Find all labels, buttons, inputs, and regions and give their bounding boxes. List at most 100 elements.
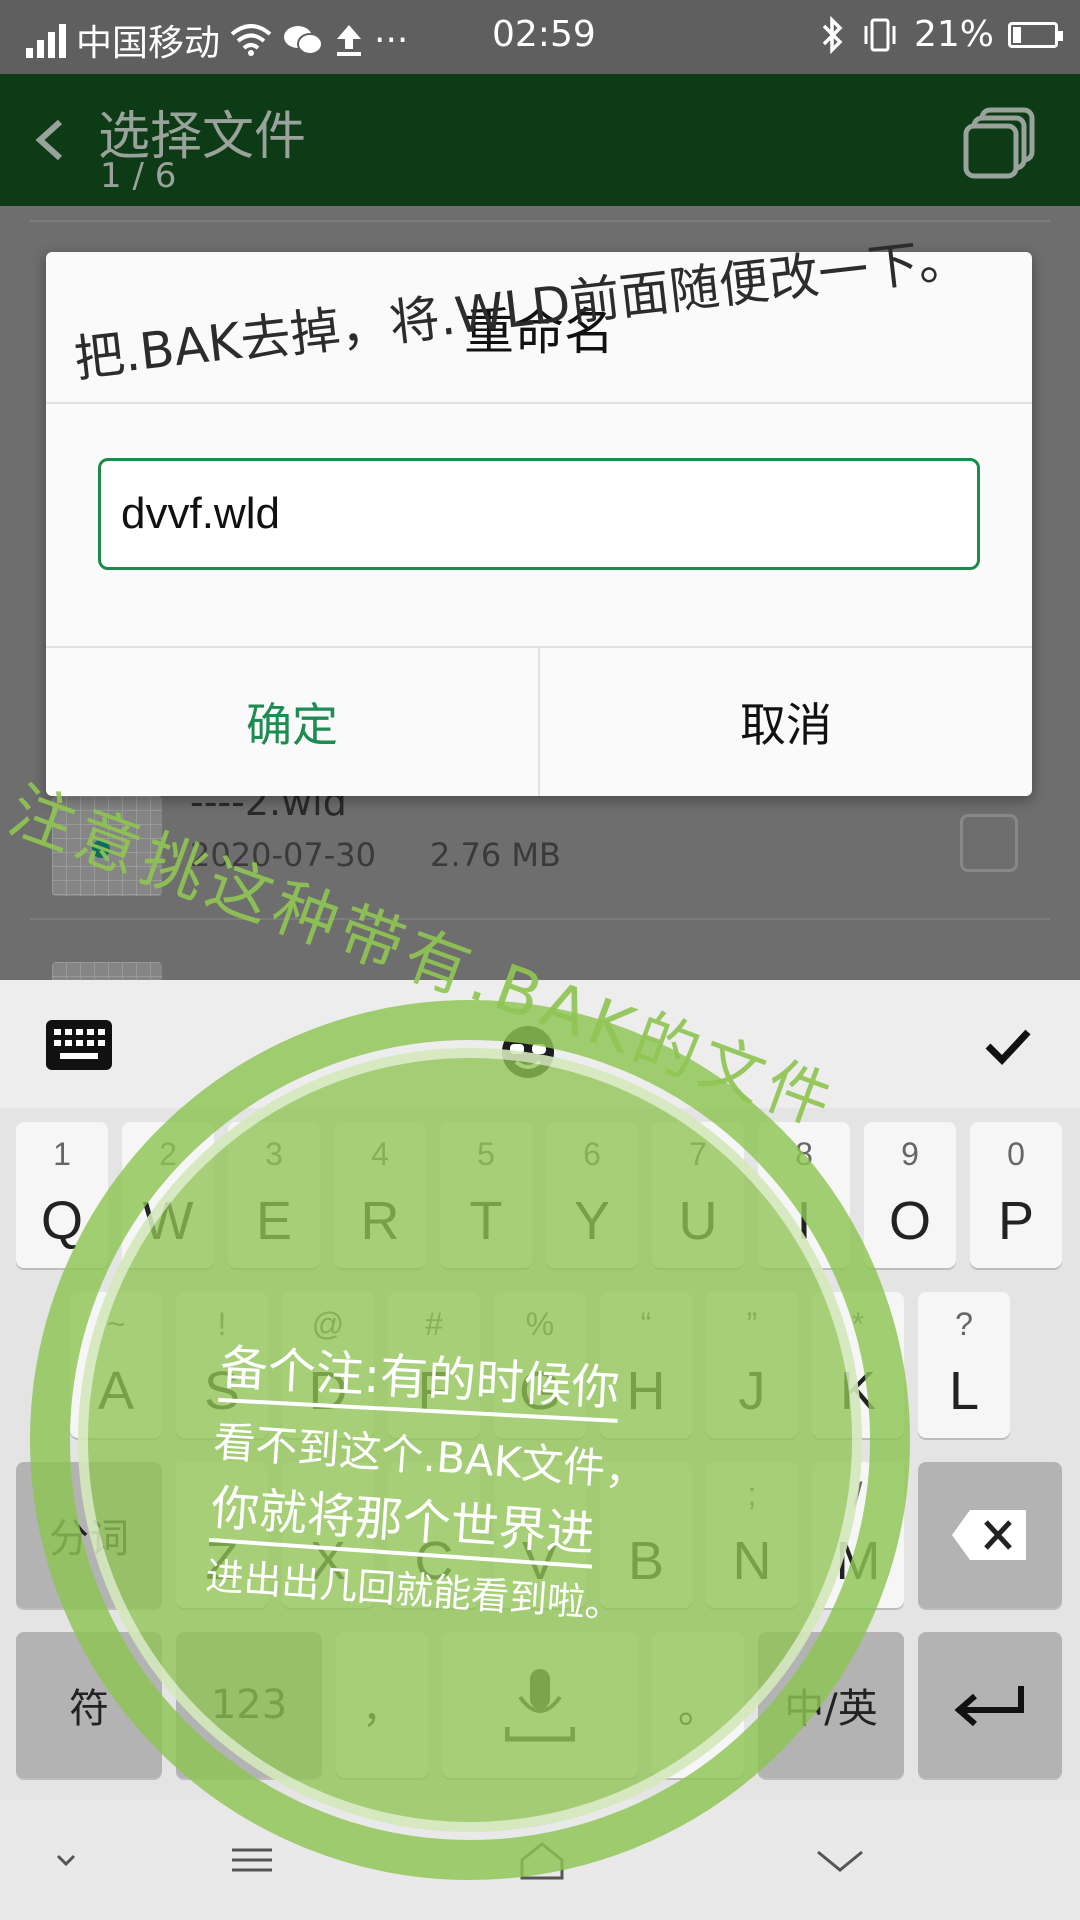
- key-k[interactable]: * K: [812, 1292, 904, 1438]
- key-number: 0: [1007, 1136, 1025, 1172]
- symbol-key[interactable]: 符: [16, 1632, 162, 1778]
- confirm-button[interactable]: 确定: [46, 648, 538, 796]
- segment-key[interactable]: 分词: [16, 1462, 162, 1608]
- key-label: I: [796, 1191, 812, 1251]
- key-symbol: ?: [955, 1306, 973, 1342]
- key-label: O: [888, 1191, 931, 1251]
- key-c[interactable]: C: [388, 1462, 480, 1608]
- key-label: V: [521, 1531, 559, 1591]
- key-z[interactable]: Z: [176, 1462, 268, 1608]
- checkmark-icon[interactable]: [984, 1026, 1032, 1066]
- key-number: 4: [371, 1136, 389, 1172]
- stacked-pages-icon: [963, 107, 1035, 179]
- key-a[interactable]: ~ A: [70, 1292, 162, 1438]
- key-number: 8: [795, 1136, 813, 1172]
- space-key[interactable]: [442, 1632, 638, 1778]
- multi-select-button[interactable]: [960, 104, 1040, 184]
- cancel-button[interactable]: 取消: [540, 648, 1032, 796]
- key-b[interactable]: B: [600, 1462, 692, 1608]
- key-p[interactable]: 0P: [970, 1122, 1062, 1268]
- key-symbol: ”: [746, 1306, 758, 1342]
- language-toggle-key[interactable]: 中/英: [758, 1632, 904, 1778]
- key-x[interactable]: X: [282, 1462, 374, 1608]
- key-number: 3: [265, 1136, 283, 1172]
- menu-icon[interactable]: [222, 1840, 282, 1880]
- carrier-name: 中国移动: [76, 23, 221, 64]
- key-symbol: “: [640, 1306, 652, 1342]
- key-o[interactable]: 9O: [864, 1122, 956, 1268]
- hide-keyboard-icon[interactable]: [810, 1840, 870, 1880]
- key-symbol: %: [525, 1306, 555, 1342]
- key-number: 2: [159, 1136, 177, 1172]
- key-e[interactable]: 3E: [228, 1122, 320, 1268]
- key-label: L: [948, 1361, 980, 1421]
- key-label: P: [997, 1191, 1035, 1251]
- key-n[interactable]: ; N: [706, 1462, 798, 1608]
- key-s[interactable]: ! S: [176, 1292, 268, 1438]
- key-symbol: !: [217, 1306, 227, 1342]
- key-label: Y: [573, 1191, 611, 1251]
- list-item[interactable]: ----2.wld 2020-07-30 2.76 MB: [0, 776, 1080, 916]
- key-label: K: [839, 1361, 877, 1421]
- key-symbol: *: [851, 1306, 865, 1342]
- key-u[interactable]: 7U: [652, 1122, 744, 1268]
- key-m[interactable]: / M: [812, 1462, 904, 1608]
- key-y[interactable]: 6Y: [546, 1122, 638, 1268]
- key-label: E: [255, 1191, 293, 1251]
- key-f[interactable]: # F: [388, 1292, 480, 1438]
- world-file-icon: [52, 796, 162, 896]
- key-label: H: [626, 1361, 666, 1421]
- key-q[interactable]: 1Q: [16, 1122, 108, 1268]
- navigation-bar: [0, 1800, 1080, 1920]
- key-label: D: [308, 1361, 348, 1421]
- signal-icon: [26, 22, 66, 58]
- rename-dialog: 重命名 确定 取消: [46, 252, 1032, 796]
- key-symbol: #: [425, 1306, 443, 1342]
- key-symbol: @: [311, 1306, 345, 1342]
- key-t[interactable]: 5T: [440, 1122, 532, 1268]
- file-meta: 2020-07-30 2.76 MB: [190, 836, 561, 874]
- app-bar: 选择文件 1 / 6: [0, 74, 1080, 206]
- key-h[interactable]: “H: [600, 1292, 692, 1438]
- back-button[interactable]: [28, 110, 88, 170]
- home-icon[interactable]: [512, 1840, 572, 1880]
- key-l[interactable]: ? L: [918, 1292, 1010, 1438]
- key-label: U: [678, 1191, 718, 1251]
- bluetooth-icon: [822, 15, 843, 54]
- emoji-icon[interactable]: [500, 1024, 556, 1080]
- key-r[interactable]: 4R: [334, 1122, 426, 1268]
- key-number: 9: [901, 1136, 919, 1172]
- battery-icon: [1008, 21, 1063, 48]
- file-checkbox[interactable]: [960, 814, 1018, 872]
- key-w[interactable]: 2W: [122, 1122, 214, 1268]
- key-d[interactable]: @ D: [282, 1292, 374, 1438]
- battery-percent: 21%: [913, 14, 994, 55]
- comma-key[interactable]: ，: [336, 1632, 428, 1778]
- key-i[interactable]: 8I: [758, 1122, 850, 1268]
- backspace-key[interactable]: [918, 1462, 1062, 1608]
- key-number: 6: [583, 1136, 601, 1172]
- key-label: M: [835, 1531, 881, 1591]
- upload-icon: [337, 25, 362, 56]
- rename-input[interactable]: [98, 458, 980, 570]
- keyboard-toolbar: [0, 980, 1080, 1108]
- key-label: J: [738, 1361, 766, 1421]
- status-clock: 02:59: [492, 14, 596, 55]
- chevron-down-icon[interactable]: [36, 1840, 96, 1880]
- more-status-icon: ···: [374, 19, 409, 61]
- key-label: Q: [40, 1191, 83, 1251]
- wechat-icon: [284, 26, 324, 55]
- key-number: 7: [689, 1136, 707, 1172]
- key-v[interactable]: V: [494, 1462, 586, 1608]
- numbers-key[interactable]: 123: [176, 1632, 322, 1778]
- key-j[interactable]: ” J: [706, 1292, 798, 1438]
- key-g[interactable]: % G: [494, 1292, 586, 1438]
- vibrate-icon: [864, 18, 896, 51]
- enter-key[interactable]: [918, 1632, 1062, 1778]
- list-divider: [30, 918, 1050, 920]
- period-key[interactable]: 。: [652, 1632, 744, 1778]
- keyboard-icon[interactable]: [46, 1020, 112, 1070]
- dialog-divider: [46, 402, 1032, 404]
- enter-icon: [954, 1686, 1024, 1727]
- key-label: Z: [205, 1531, 239, 1591]
